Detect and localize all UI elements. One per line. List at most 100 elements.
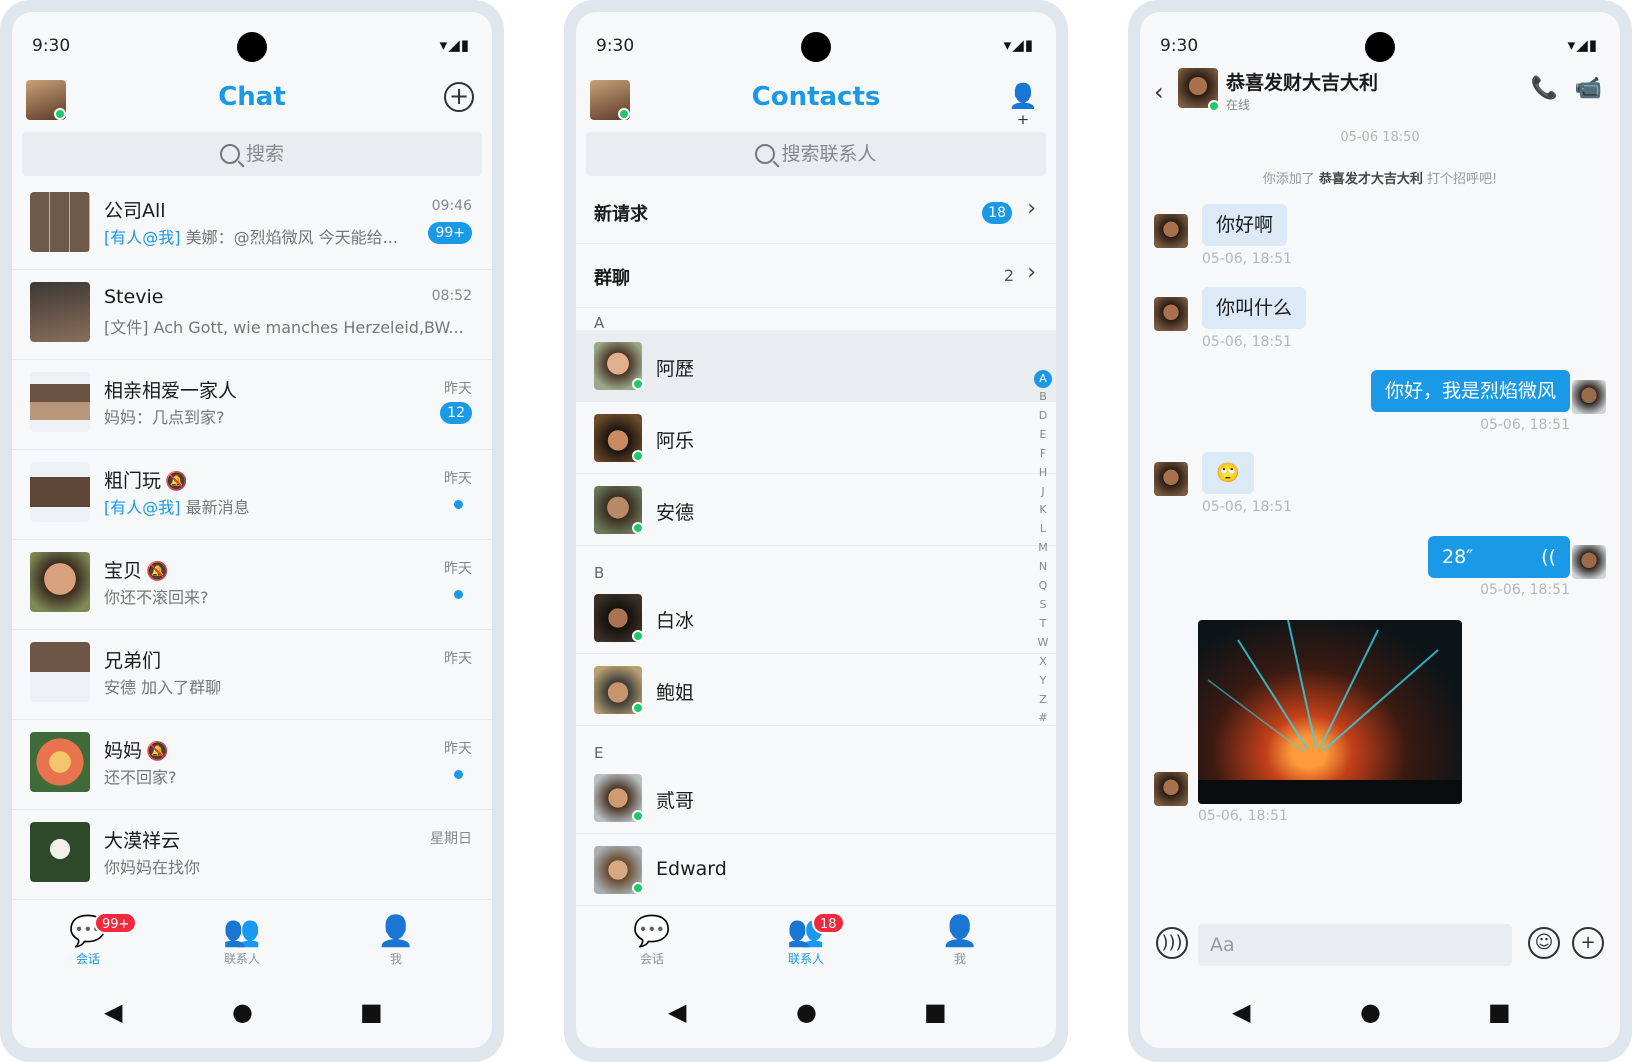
recents-nav-icon[interactable]: ■ bbox=[360, 998, 383, 1026]
index-letter[interactable]: F bbox=[1034, 445, 1052, 464]
message-input[interactable]: Aa bbox=[1198, 924, 1512, 966]
back-icon[interactable]: ‹ bbox=[1154, 78, 1164, 106]
online-indicator bbox=[1208, 100, 1220, 112]
list-item[interactable]: 粗门玩 🔕 昨天 [有人@我] 最新消息 bbox=[12, 450, 492, 540]
emoji-message[interactable]: 🙄 bbox=[1202, 452, 1254, 494]
index-letter[interactable]: S bbox=[1034, 596, 1052, 615]
home-nav-icon[interactable]: ● bbox=[1360, 998, 1381, 1026]
page-title: Chat bbox=[218, 82, 286, 112]
recents-nav-icon[interactable]: ■ bbox=[924, 998, 947, 1026]
search-input[interactable]: 搜索联系人 bbox=[586, 132, 1046, 176]
list-item[interactable]: 宝贝 🔕 昨天 你还不滚回来? bbox=[12, 540, 492, 630]
add-contact-icon[interactable]: 👤⁺ bbox=[1008, 82, 1038, 138]
index-letter[interactable]: J bbox=[1034, 483, 1052, 502]
index-letter[interactable]: E bbox=[1034, 426, 1052, 445]
search-placeholder: 搜索 bbox=[245, 143, 284, 165]
contact-row[interactable]: 鲍姐 bbox=[576, 654, 1056, 726]
chat-name: 粗门玩 🔕 bbox=[104, 466, 187, 493]
contact-row[interactable]: 白冰 bbox=[576, 582, 1056, 654]
composer: ))) Aa ☺ + bbox=[1140, 916, 1620, 978]
index-letter[interactable]: T bbox=[1034, 615, 1052, 634]
add-icon[interactable]: + bbox=[444, 82, 474, 112]
home-nav-icon[interactable]: ● bbox=[796, 998, 817, 1026]
group-chats-label: 群聊 bbox=[594, 268, 630, 289]
tab-bar: 💬 会话 99+ 👥 联系人 👤 我 bbox=[12, 912, 492, 978]
tab-label: 联系人 bbox=[223, 952, 260, 966]
tab-label: 我 bbox=[389, 952, 402, 966]
tab-me[interactable]: 👤 我 bbox=[900, 914, 1020, 967]
index-letter[interactable]: # bbox=[1034, 709, 1052, 728]
index-letter[interactable]: W bbox=[1034, 634, 1052, 653]
phone-contacts: 9:30 ▾◢▮ Contacts 👤⁺ 搜索联系人 新请求 18 › 群聊 2… bbox=[564, 0, 1068, 1062]
contact-row[interactable]: 阿乐 bbox=[576, 402, 1056, 474]
index-letter[interactable]: A bbox=[1034, 370, 1052, 388]
contact-row[interactable]: Edward bbox=[576, 834, 1056, 906]
contacts-screen: 9:30 ▾◢▮ Contacts 👤⁺ 搜索联系人 新请求 18 › 群聊 2… bbox=[576, 12, 1056, 1048]
index-letter[interactable]: Y bbox=[1034, 672, 1052, 691]
list-item[interactable]: Stevie 08:52 [文件] Ach Gott, wie manches … bbox=[12, 270, 492, 360]
index-letter[interactable]: K bbox=[1034, 501, 1052, 520]
image-message[interactable] bbox=[1198, 620, 1462, 804]
new-requests-row[interactable]: 新请求 18 › bbox=[576, 180, 1056, 244]
tab-chats[interactable]: 💬 会话 99+ bbox=[28, 912, 148, 967]
message-bubble[interactable]: 你叫什么 bbox=[1202, 287, 1307, 329]
alphabet-index[interactable]: A B D E F H J K L M N Q S T W X Y Z # bbox=[1034, 370, 1052, 728]
avatar[interactable] bbox=[1572, 545, 1606, 579]
home-nav-icon[interactable]: ● bbox=[232, 998, 253, 1026]
contact-row[interactable]: 阿歷 bbox=[576, 330, 1056, 402]
list-item[interactable]: 兄弟们 昨天 安德 加入了群聊 bbox=[12, 630, 492, 720]
index-letter[interactable]: H bbox=[1034, 464, 1052, 483]
chat-name-text: 妈妈 bbox=[104, 740, 143, 762]
avatar[interactable] bbox=[1154, 462, 1188, 496]
video-camera-icon[interactable]: 📹 bbox=[1575, 76, 1602, 101]
group-avatar bbox=[30, 372, 90, 432]
group-chats-row[interactable]: 群聊 2 › bbox=[576, 244, 1056, 308]
index-letter[interactable]: D bbox=[1034, 407, 1052, 426]
index-letter[interactable]: Q bbox=[1034, 577, 1052, 596]
message-bubble[interactable]: 你好，我是烈焰微风 bbox=[1370, 370, 1570, 412]
voice-duration: 28″ bbox=[1442, 546, 1474, 568]
add-icon[interactable]: + bbox=[1572, 927, 1604, 959]
avatar[interactable] bbox=[1572, 380, 1606, 414]
status-time: 9:30 bbox=[32, 36, 71, 56]
back-nav-icon[interactable]: ◀ bbox=[1232, 998, 1250, 1026]
search-input[interactable]: 搜索 bbox=[22, 132, 482, 176]
chat-name: 妈妈 🔕 bbox=[104, 736, 168, 763]
list-item[interactable]: 妈妈 🔕 昨天 还不回家? bbox=[12, 720, 492, 810]
message-bubble[interactable]: 你好啊 bbox=[1202, 204, 1288, 246]
avatar[interactable] bbox=[1154, 772, 1188, 806]
tab-contacts[interactable]: 👥 联系人 bbox=[182, 914, 302, 967]
recents-nav-icon[interactable]: ■ bbox=[1488, 998, 1511, 1026]
list-item[interactable]: 公司All 09:46 [有人@我] 美娜：@烈焰微风 今天能给... 99+ bbox=[12, 180, 492, 270]
contact-row[interactable]: 安德 bbox=[576, 474, 1056, 546]
system-nav-bar: ◀ ● ■ bbox=[576, 978, 1056, 1048]
list-item[interactable]: 相亲相爱一家人 昨天 妈妈：几点到家? 12 bbox=[12, 360, 492, 450]
tab-badge: 18 bbox=[812, 912, 845, 934]
chat-time: 昨天 bbox=[444, 561, 472, 577]
index-letter[interactable]: L bbox=[1034, 520, 1052, 539]
chat-message: 你还不滚回来? bbox=[104, 588, 209, 607]
contact-row[interactable]: 贰哥 bbox=[576, 762, 1056, 834]
avatar bbox=[30, 282, 90, 342]
back-nav-icon[interactable]: ◀ bbox=[668, 998, 686, 1026]
emoji-icon[interactable]: ☺ bbox=[1528, 927, 1560, 959]
mention-tag: [有人@我] bbox=[104, 498, 181, 517]
index-letter[interactable]: Z bbox=[1034, 691, 1052, 710]
person-icon: 👤 bbox=[941, 914, 979, 949]
tab-chats[interactable]: 💬 会话 bbox=[592, 914, 712, 967]
voice-message[interactable]: 28″ (( bbox=[1428, 536, 1570, 578]
chat-name: Stevie bbox=[104, 286, 164, 308]
index-letter[interactable]: N bbox=[1034, 558, 1052, 577]
voice-input-icon[interactable]: ))) bbox=[1156, 927, 1188, 959]
tab-contacts[interactable]: 👥 联系人 18 bbox=[746, 912, 866, 967]
back-nav-icon[interactable]: ◀ bbox=[104, 998, 122, 1026]
list-item[interactable]: 大漠祥云 星期日 你妈妈在找你 bbox=[12, 810, 492, 900]
chat-name: 兄弟们 bbox=[104, 650, 162, 672]
avatar[interactable] bbox=[1154, 214, 1188, 248]
index-letter[interactable]: X bbox=[1034, 653, 1052, 672]
index-letter[interactable]: B bbox=[1034, 388, 1052, 407]
tab-me[interactable]: 👤 我 bbox=[336, 914, 456, 967]
index-letter[interactable]: M bbox=[1034, 539, 1052, 558]
phone-icon[interactable]: 📞 bbox=[1531, 76, 1558, 101]
avatar[interactable] bbox=[1154, 297, 1188, 331]
